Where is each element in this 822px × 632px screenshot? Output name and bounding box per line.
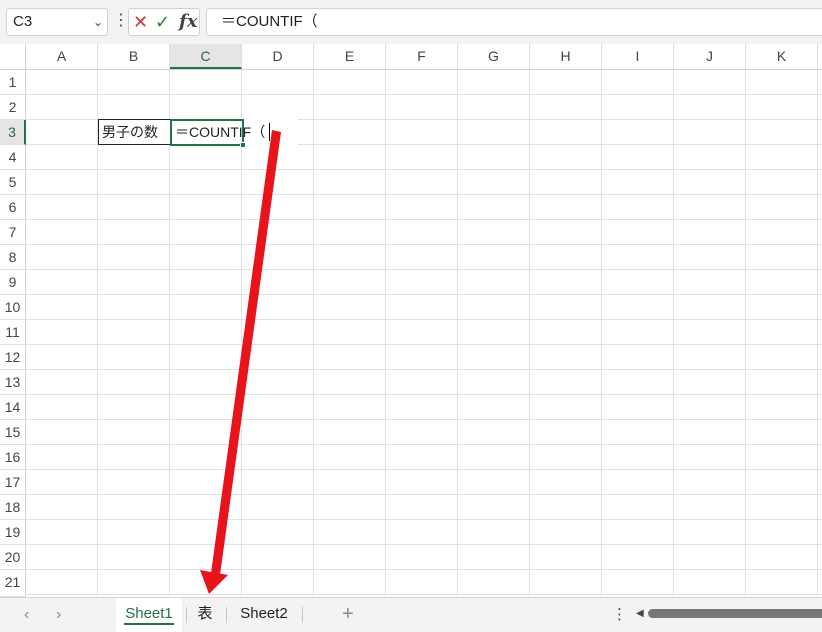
row-header-18[interactable]: 18 <box>0 495 26 520</box>
row-header-1[interactable]: 1 <box>0 70 26 95</box>
tab-separator <box>226 607 227 623</box>
name-box-value: C3 <box>13 13 33 30</box>
row-header-6[interactable]: 6 <box>0 195 26 220</box>
sheet-tab-label: Sheet1 <box>125 605 173 622</box>
column-header-j[interactable]: J <box>674 44 746 69</box>
cell-c3-active[interactable]: ＝COUNTIF（ <box>170 119 298 146</box>
active-tab-underline <box>124 623 174 625</box>
sheet-tab-sheet2[interactable]: Sheet2 <box>232 598 296 632</box>
row-header-13[interactable]: 13 <box>0 370 26 395</box>
formula-input[interactable]: ＝COUNTIF（ <box>206 8 822 36</box>
row-header-20[interactable]: 20 <box>0 545 26 570</box>
row-header-16[interactable]: 16 <box>0 445 26 470</box>
cell-b3[interactable]: 男子の数 <box>98 119 171 145</box>
column-header-g[interactable]: G <box>458 44 530 69</box>
column-header-f[interactable]: F <box>386 44 458 69</box>
row-header-7[interactable]: 7 <box>0 220 26 245</box>
tab-separator <box>186 607 187 623</box>
sheet-tab-bar: ‹ › Sheet1 表 Sheet2 + ⋮ ◀ <box>0 597 822 632</box>
enter-icon[interactable]: ✓ <box>155 12 170 32</box>
row-header-5[interactable]: 5 <box>0 170 26 195</box>
column-header-a[interactable]: A <box>26 44 98 69</box>
horizontal-scrollbar-thumb[interactable] <box>648 609 822 618</box>
next-sheet-icon[interactable]: › <box>56 605 61 625</box>
chevron-down-icon[interactable]: ⌄ <box>93 9 103 35</box>
insert-function-icon[interactable]: fx <box>179 12 197 32</box>
fill-handle[interactable] <box>240 142 246 148</box>
name-box[interactable]: C3 ⌄ <box>6 8 108 36</box>
column-header-k[interactable]: K <box>746 44 818 69</box>
cell-c3-text: ＝COUNTIF（ <box>175 124 266 140</box>
row-header-12[interactable]: 12 <box>0 345 26 370</box>
formula-bar: C3 ⌄ ⋮ ✕ ✓ fx ＝COUNTIF（ <box>0 0 822 44</box>
row-header-15[interactable]: 15 <box>0 420 26 445</box>
more-options-icon[interactable]: ⋮ <box>612 606 627 624</box>
sheet-tab-hyo[interactable]: 表 <box>190 598 220 632</box>
row-header-11[interactable]: 11 <box>0 320 26 345</box>
row-header-19[interactable]: 19 <box>0 520 26 545</box>
formula-buttons: ✕ ✓ fx <box>128 8 200 36</box>
row-header-8[interactable]: 8 <box>0 245 26 270</box>
row-header-21[interactable]: 21 <box>0 570 26 597</box>
select-all-corner[interactable] <box>0 44 26 69</box>
row-header-17[interactable]: 17 <box>0 470 26 495</box>
column-header-b[interactable]: B <box>98 44 170 69</box>
text-caret <box>269 123 270 141</box>
add-sheet-icon[interactable]: + <box>342 602 354 626</box>
previous-sheet-icon[interactable]: ‹ <box>24 605 29 625</box>
column-header-i[interactable]: I <box>602 44 674 69</box>
row-header-2[interactable]: 2 <box>0 95 26 120</box>
column-headers: A B C D E F G H I J K <box>0 44 822 70</box>
row-header-9[interactable]: 9 <box>0 270 26 295</box>
row-header-10[interactable]: 10 <box>0 295 26 320</box>
column-header-d[interactable]: D <box>242 44 314 69</box>
row-header-14[interactable]: 14 <box>0 395 26 420</box>
row-header-4[interactable]: 4 <box>0 145 26 170</box>
column-header-h[interactable]: H <box>530 44 602 69</box>
column-header-e[interactable]: E <box>314 44 386 69</box>
sheet-tab-sheet1[interactable]: Sheet1 <box>116 598 182 632</box>
scroll-left-icon[interactable]: ◀ <box>636 607 644 621</box>
cancel-icon[interactable]: ✕ <box>133 12 148 32</box>
tab-separator <box>302 607 303 623</box>
row-header-3[interactable]: 3 <box>0 120 26 145</box>
cell-grid[interactable] <box>26 70 822 596</box>
column-header-c[interactable]: C <box>170 44 242 69</box>
more-options-icon[interactable]: ⋮ <box>113 11 129 31</box>
